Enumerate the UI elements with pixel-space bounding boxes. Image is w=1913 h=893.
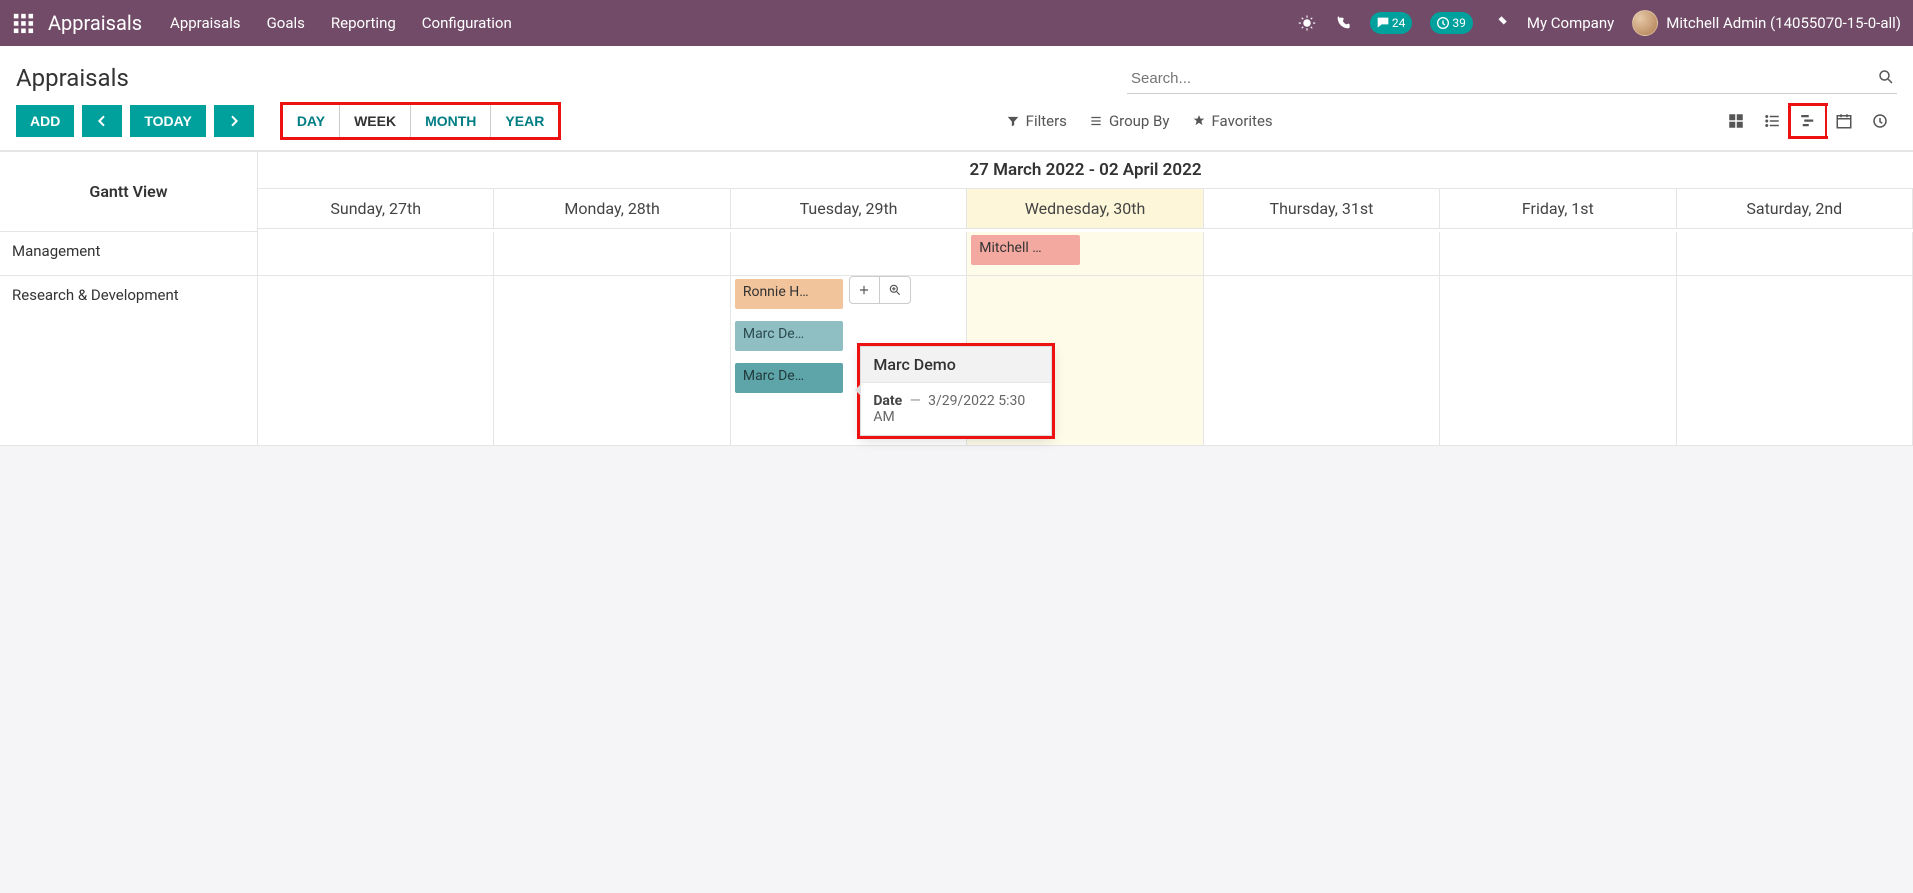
- messages-badge[interactable]: 24: [1370, 12, 1413, 34]
- clock-icon: [1435, 15, 1451, 31]
- groupby-label: Group By: [1109, 112, 1170, 130]
- main-menu: Appraisals Goals Reporting Configuration: [170, 14, 512, 32]
- favorites-label: Favorites: [1212, 112, 1273, 130]
- chat-icon: [1375, 15, 1391, 31]
- apps-icon[interactable]: [12, 12, 34, 34]
- popover-body: Date — 3/29/2022 5:30 AM: [861, 383, 1051, 435]
- favorites-button[interactable]: Favorites: [1192, 112, 1273, 130]
- gantt-pill-marc-2[interactable]: Marc De…: [735, 363, 843, 393]
- user-menu[interactable]: Mitchell Admin (14055070-15-0-all): [1632, 10, 1901, 36]
- navbar-right: 24 39 My Company Mitchell Admin (1405507…: [1298, 10, 1901, 36]
- gantt-range-label: 27 March 2022 - 02 April 2022: [258, 152, 1913, 189]
- row-label-rd: Research & Development: [0, 276, 258, 446]
- popover-title: Marc Demo: [861, 347, 1051, 383]
- gantt-pill-marc-1[interactable]: Marc De…: [735, 321, 843, 351]
- cell[interactable]: [1440, 232, 1676, 276]
- row-label-management: Management: [0, 232, 258, 276]
- view-kanban-icon[interactable]: [1719, 106, 1753, 136]
- header-row: Appraisals: [0, 46, 1913, 100]
- cell[interactable]: Mitchell …: [967, 232, 1203, 276]
- day-head-fri: Friday, 1st: [1440, 189, 1676, 229]
- cell[interactable]: [731, 232, 967, 276]
- groupby-button[interactable]: Group By: [1089, 112, 1170, 130]
- activities-badge[interactable]: 39: [1430, 12, 1473, 34]
- top-navbar: Appraisals Appraisals Goals Reporting Co…: [0, 0, 1913, 46]
- next-button[interactable]: [214, 105, 254, 137]
- cell[interactable]: [1204, 232, 1440, 276]
- search-icon[interactable]: [1877, 68, 1895, 86]
- cell[interactable]: [258, 276, 494, 446]
- messages-count: 24: [1392, 16, 1406, 30]
- gantt-row-management: Management Mitchell …: [0, 232, 1913, 276]
- day-head-sun: Sunday, 27th: [258, 189, 494, 229]
- mid-controls: Filters Group By Favorites: [1006, 112, 1273, 130]
- day-head-sat: Saturday, 2nd: [1677, 189, 1913, 229]
- gantt-row-rd: Research & Development Ronnie H… Marc De…: [0, 276, 1913, 446]
- cell[interactable]: [258, 232, 494, 276]
- view-switcher: [1719, 106, 1897, 136]
- range-week[interactable]: WEEK: [340, 105, 411, 137]
- page-title: Appraisals: [16, 64, 129, 92]
- toolbar: ADD TODAY DAY WEEK MONTH YEAR Filters Gr…: [0, 100, 1913, 151]
- range-day[interactable]: DAY: [283, 105, 340, 137]
- day-head-mon: Monday, 28th: [494, 189, 730, 229]
- day-head-tue: Tuesday, 29th: [731, 189, 967, 229]
- menu-reporting[interactable]: Reporting: [331, 14, 396, 32]
- menu-configuration[interactable]: Configuration: [422, 14, 512, 32]
- mini-toolbar: [849, 276, 911, 304]
- gantt-corner: Gantt View: [0, 152, 258, 232]
- gantt-pill-ronnie[interactable]: Ronnie H…: [735, 279, 843, 309]
- cell[interactable]: [1204, 276, 1440, 446]
- left-controls: ADD TODAY DAY WEEK MONTH YEAR: [16, 104, 559, 138]
- range-month[interactable]: MONTH: [411, 105, 491, 137]
- gantt-view: Gantt View 27 March 2022 - 02 April 2022…: [0, 151, 1913, 446]
- search-wrap: [1127, 64, 1897, 94]
- cell[interactable]: [1440, 276, 1676, 446]
- bug-icon[interactable]: [1298, 14, 1316, 32]
- range-group: DAY WEEK MONTH YEAR: [282, 104, 560, 138]
- cell[interactable]: [1677, 232, 1913, 276]
- cell[interactable]: Ronnie H… Marc De… Marc De… Marc Demo Da…: [731, 276, 967, 446]
- avatar: [1632, 10, 1658, 36]
- menu-goals[interactable]: Goals: [267, 14, 305, 32]
- filters-button[interactable]: Filters: [1006, 112, 1067, 130]
- view-gantt-icon[interactable]: [1791, 106, 1825, 136]
- company-selector[interactable]: My Company: [1527, 14, 1614, 32]
- range-year[interactable]: YEAR: [491, 105, 558, 137]
- popover-date-label: Date: [873, 393, 902, 409]
- cell[interactable]: [1677, 276, 1913, 446]
- prev-button[interactable]: [82, 105, 122, 137]
- day-head-thu: Thursday, 31st: [1204, 189, 1440, 229]
- brand-title[interactable]: Appraisals: [48, 11, 142, 35]
- mini-add-icon[interactable]: [850, 277, 880, 303]
- user-name: Mitchell Admin (14055070-15-0-all): [1666, 14, 1901, 32]
- popover-dash: —: [910, 393, 921, 409]
- view-list-icon[interactable]: [1755, 106, 1789, 136]
- search-input[interactable]: [1127, 64, 1897, 94]
- view-calendar-icon[interactable]: [1827, 106, 1861, 136]
- add-button[interactable]: ADD: [16, 105, 74, 137]
- phone-icon[interactable]: [1334, 14, 1352, 32]
- activities-count: 39: [1452, 16, 1466, 30]
- day-head-wed: Wednesday, 30th: [967, 189, 1203, 229]
- popover: Marc Demo Date — 3/29/2022 5:30 AM: [860, 346, 1052, 436]
- view-activity-icon[interactable]: [1863, 106, 1897, 136]
- popover-arrow-icon: [855, 384, 861, 396]
- cell[interactable]: [494, 232, 730, 276]
- gantt-pill-mitchell[interactable]: Mitchell …: [971, 235, 1079, 265]
- filters-label: Filters: [1026, 112, 1067, 130]
- menu-appraisals[interactable]: Appraisals: [170, 14, 241, 32]
- tools-icon[interactable]: [1491, 14, 1509, 32]
- today-button[interactable]: TODAY: [130, 105, 205, 137]
- cell[interactable]: [494, 276, 730, 446]
- mini-zoom-icon[interactable]: [880, 277, 910, 303]
